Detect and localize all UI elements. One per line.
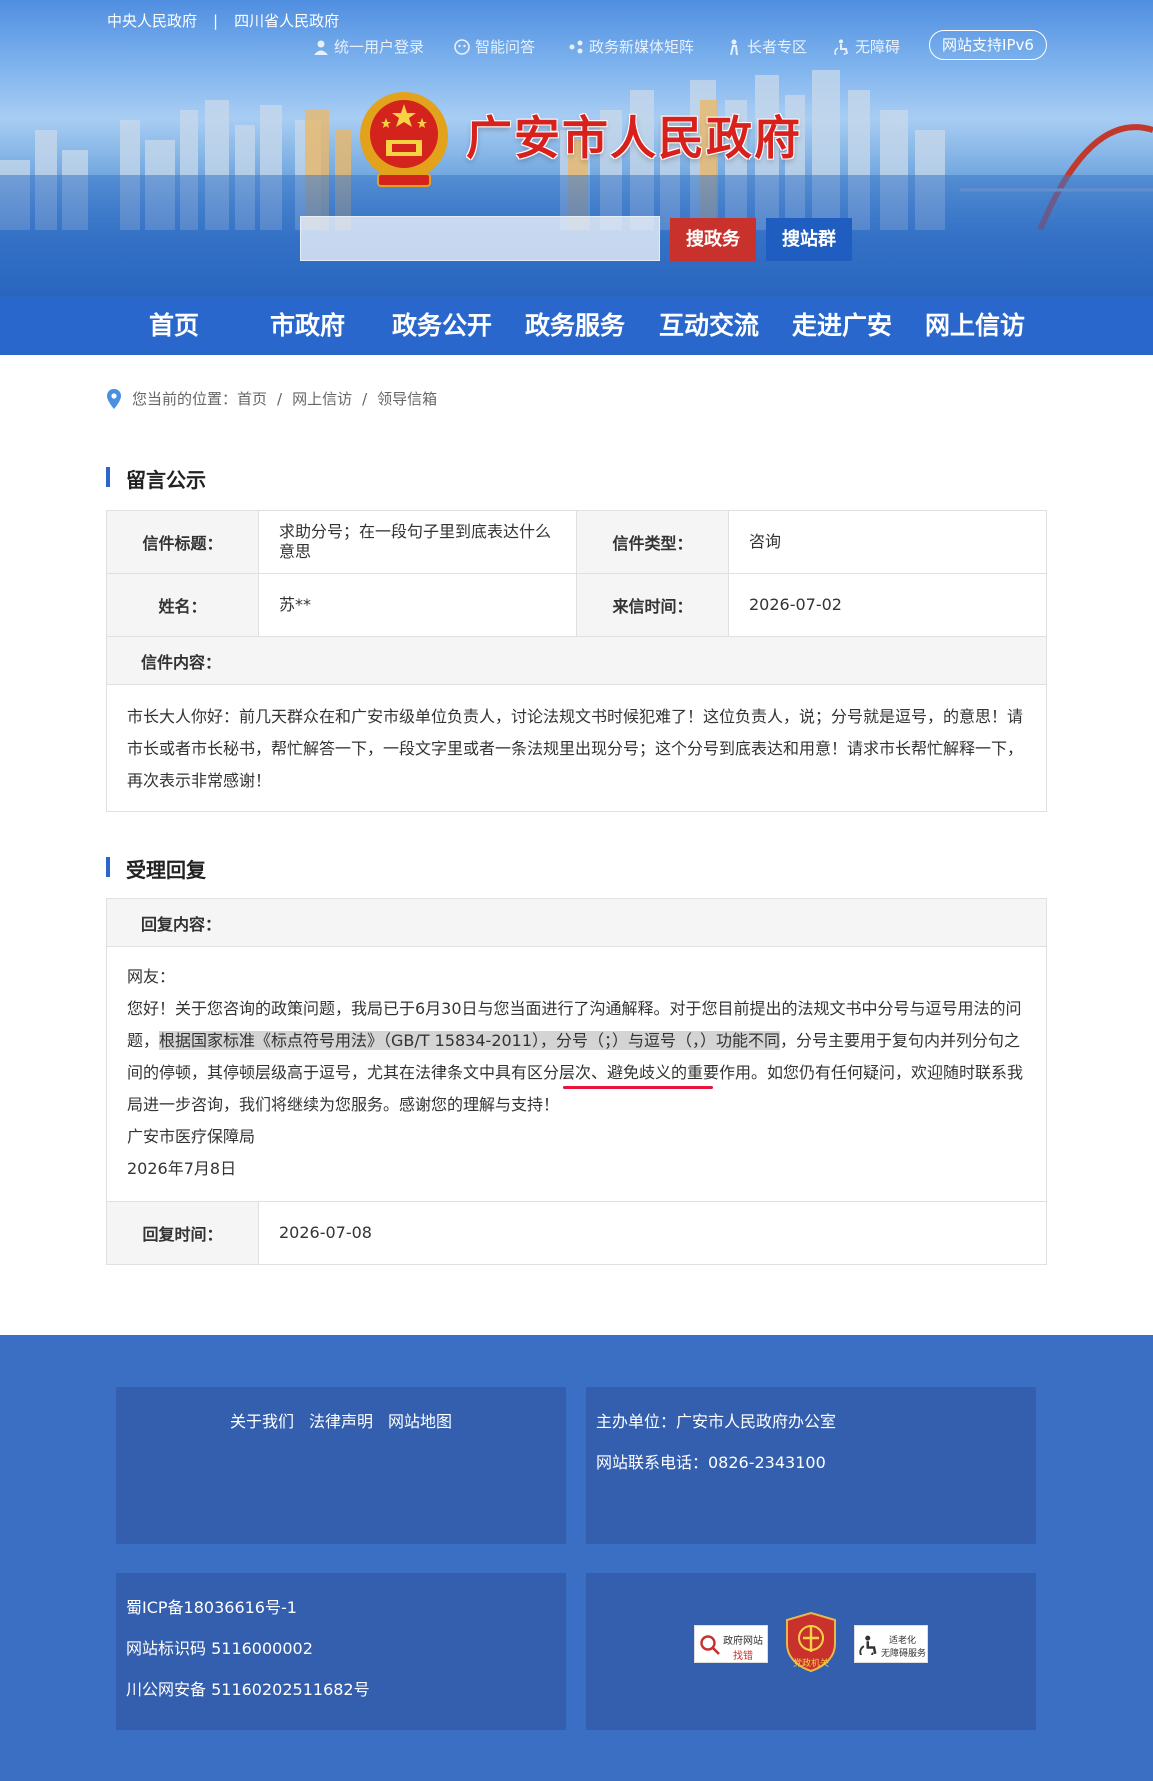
accessibility-icon <box>834 39 848 55</box>
reply-highlighted-text: 根据国家标准《标点符号用法》（GB/T 15834-2011），分号（；）与逗号… <box>159 1031 781 1050</box>
site-title: 广安市人民政府 <box>466 111 802 165</box>
search-input[interactable] <box>300 216 660 261</box>
content-value: 市长大人你好：前几天群众在和广安市级单位负责人，讨论法规文书时候犯难了！这位负责… <box>127 707 1024 790</box>
breadcrumb-home[interactable]: 首页 <box>237 388 267 409</box>
accessibility-icon <box>859 1635 877 1655</box>
breadcrumb: 您当前的位置： 首页 / 网上信访 / 领导信箱 <box>106 388 437 409</box>
reply-content-label: 回复内容： <box>107 899 1046 947</box>
breadcrumb-petition[interactable]: 网上信访 <box>292 388 352 409</box>
type-value: 咨询 <box>729 511 1047 574</box>
breadcrumb-separator: / <box>277 389 283 408</box>
util-media-label: 政务新媒体矩阵 <box>589 38 695 56</box>
reply-date: 2026年7月8日 <box>127 1159 237 1178</box>
type-label: 信件类型： <box>577 511 729 574</box>
nav-gov-affairs-open[interactable]: 政务公开 <box>392 297 492 355</box>
top-links: 中央人民政府 | 四川省人民政府 <box>107 10 339 31</box>
nav-gov-services[interactable]: 政务服务 <box>525 297 625 355</box>
message-section-title: 留言公示 <box>106 464 206 493</box>
badge-elder-text: 适老化 <box>889 1636 917 1646</box>
util-media[interactable]: 政务新媒体矩阵 <box>568 36 694 57</box>
title-label: 信件标题： <box>107 511 259 574</box>
red-underline-mark <box>563 1086 713 1089</box>
link-central-gov[interactable]: 中央人民政府 <box>107 12 197 30</box>
media-icon <box>569 40 583 53</box>
reply-signature: 广安市医疗保障局 <box>127 1127 256 1146</box>
message-table: 信件标题： 求助分号；在一段句子里到底表达什么意思 信件类型： 咨询 姓名： 苏… <box>106 510 1047 812</box>
footer: 关于我们 法律声明 网站地图 主办单位：广安市人民政府办公室 网站联系电话：08… <box>0 1335 1153 1781</box>
util-accessibility[interactable]: 无障碍 <box>834 36 900 57</box>
time-label: 来信时间： <box>577 574 729 637</box>
national-emblem-icon <box>360 92 448 187</box>
breadcrumb-mailbox[interactable]: 领导信箱 <box>377 388 437 409</box>
reply-body: 网友： 您好！关于您咨询的政策问题，我局已于6月30日与您当面进行了沟通解释。对… <box>127 961 1027 1185</box>
search-gov-button[interactable]: 搜政务 <box>670 218 756 261</box>
footer-link-legal[interactable]: 法律声明 <box>309 1408 373 1432</box>
badge-gov-site-text: 政府网站 <box>723 1636 763 1647</box>
reply-table: 回复内容： 网友： 您好！关于您咨询的政策问题，我局已于6月30日与您当面进行了… <box>106 898 1047 1265</box>
ipv6-badge[interactable]: 网站支持IPv6 <box>929 30 1047 60</box>
location-pin-icon <box>107 388 121 409</box>
util-qa-label: 智能问答 <box>475 38 536 56</box>
footer-site-code: 网站标识码 5116000002 <box>126 1639 313 1658</box>
util-login[interactable]: 统一用户登录 <box>313 36 424 57</box>
util-login-label: 统一用户登录 <box>334 38 425 56</box>
elder-accessibility-service-badge[interactable]: 适老化 无障碍服务 <box>854 1625 928 1663</box>
nav-online-petition[interactable]: 网上信访 <box>925 297 1025 355</box>
util-elder[interactable]: 长者专区 <box>726 36 807 57</box>
nav-home[interactable]: 首页 <box>149 297 199 355</box>
name-label: 姓名： <box>107 574 259 637</box>
time-value: 2026-07-02 <box>729 574 1047 637</box>
footer-host: 主办单位：广安市人民政府办公室 <box>596 1412 837 1431</box>
header-banner: 中央人民政府 | 四川省人民政府 统一用户登录 智能问答 政务新媒体矩阵 长者专区 … <box>0 0 1153 297</box>
reply-time-value: 2026-07-08 <box>259 1201 1046 1264</box>
party-gov-organ-badge[interactable]: 党政机关 <box>785 1611 837 1673</box>
gov-site-error-report-badge[interactable]: 政府网站 找错 <box>694 1625 768 1663</box>
reply-time-label: 回复时间： <box>107 1201 259 1264</box>
main-nav: 首页 市政府 政务公开 政务服务 互动交流 走进广安 网上信访 <box>0 297 1153 355</box>
breadcrumb-prefix: 您当前的位置： <box>132 390 238 408</box>
reply-section-title: 受理回复 <box>106 854 206 883</box>
title-value: 求助分号；在一段句子里到底表达什么意思 <box>259 511 577 574</box>
util-qa[interactable]: 智能问答 <box>454 36 535 57</box>
badge-accessibility-text: 无障碍服务 <box>881 1649 927 1659</box>
top-link-separator: | <box>213 12 219 30</box>
footer-link-about[interactable]: 关于我们 <box>230 1408 294 1432</box>
nav-interaction[interactable]: 互动交流 <box>659 297 759 355</box>
name-value: 苏** <box>259 574 577 637</box>
user-icon <box>314 40 328 55</box>
util-elder-label: 长者专区 <box>747 38 808 56</box>
nav-city-gov[interactable]: 市政府 <box>270 297 345 355</box>
elder-icon <box>730 39 738 55</box>
robot-icon <box>454 38 470 55</box>
magnifier-icon <box>700 1635 720 1655</box>
link-sichuan-gov[interactable]: 四川省人民政府 <box>234 12 339 30</box>
badge-party-gov-text: 党政机关 <box>792 1659 829 1669</box>
content-label: 信件内容： <box>107 637 1046 685</box>
badge-find-error-text: 找错 <box>733 1651 753 1662</box>
footer-phone: 网站联系电话：0826-2343100 <box>596 1453 826 1472</box>
breadcrumb-separator: / <box>362 389 368 408</box>
footer-icp[interactable]: 蜀ICP备18036616号-1 <box>126 1594 297 1618</box>
reply-paragraph: 您好！关于您咨询的政策问题，我局已于6月30日与您当面进行了沟通解释。对于您目前… <box>127 993 1027 1121</box>
nav-about-guangan[interactable]: 走进广安 <box>792 297 892 355</box>
search-sites-button[interactable]: 搜站群 <box>766 218 852 261</box>
reply-underlined-text: 区分层次、避免歧义 <box>527 1063 672 1082</box>
footer-link-sitemap[interactable]: 网站地图 <box>388 1408 452 1432</box>
reply-greeting: 网友： <box>127 967 176 986</box>
footer-police-record[interactable]: 川公网安备 51160202511682号 <box>126 1676 370 1700</box>
util-accessibility-label: 无障碍 <box>855 38 901 56</box>
